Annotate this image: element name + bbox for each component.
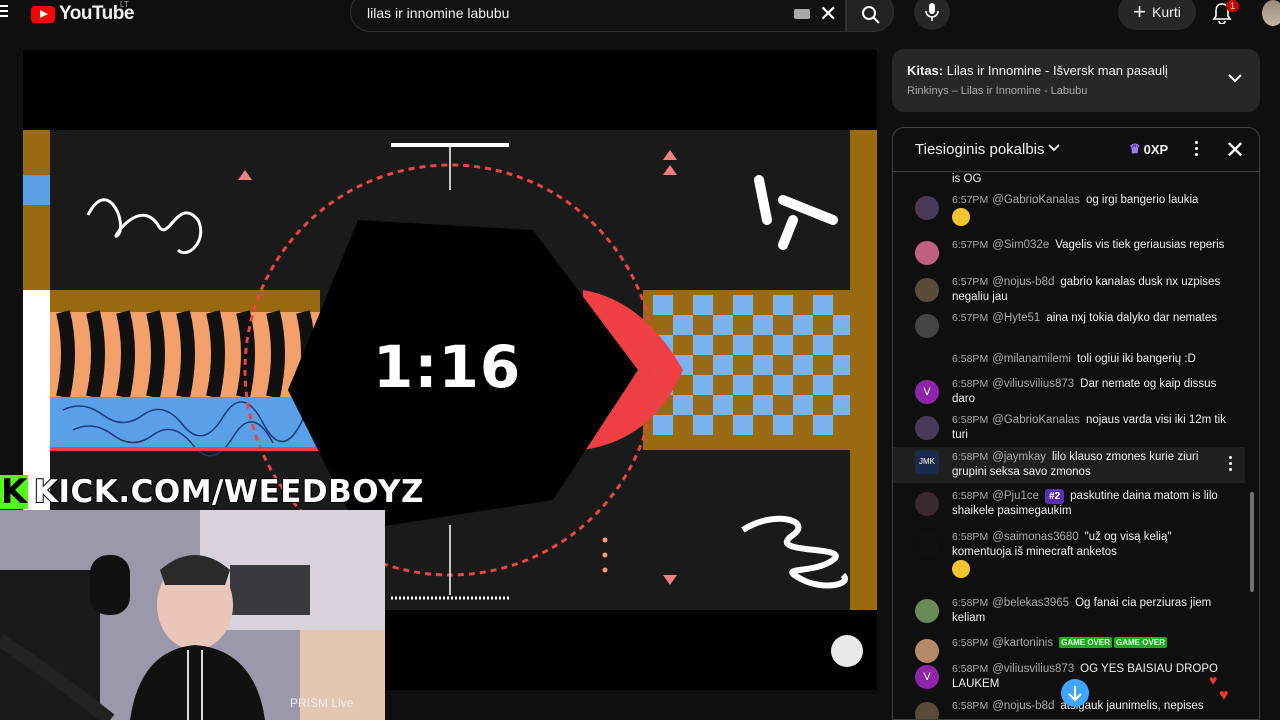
xp-badge[interactable]: ♛ 0XP (1129, 141, 1168, 157)
scrollbar-thumb[interactable] (1250, 492, 1254, 592)
message-options-icon[interactable] (1229, 456, 1233, 474)
gameover-emote: GAME OVER (1059, 637, 1112, 649)
avatar[interactable] (915, 599, 939, 623)
create-label: Kurti (1152, 4, 1181, 20)
chevron-down-icon[interactable] (1228, 73, 1242, 83)
voice-search-button[interactable] (914, 0, 950, 30)
chat-scrollbar[interactable] (1249, 172, 1255, 717)
next-video-title: Kitas: Lilas ir Innomine - Išversk man p… (907, 63, 1168, 78)
logo-region: LT (120, 0, 129, 9)
avatar[interactable] (915, 416, 939, 440)
laughing-emoji-icon (952, 560, 970, 578)
chat-title[interactable]: Tiesioginis pokalbis (915, 141, 1045, 158)
chat-messages: is OG 6:57PM @GabrioKanalas og irgi banger… (893, 172, 1245, 719)
youtube-logo[interactable]: YouTube (31, 3, 134, 25)
account-avatar[interactable] (1262, 0, 1280, 26)
next-video-card[interactable]: Kitas: Lilas ir Innomine - Išversk man p… (892, 49, 1260, 112)
menu-icon[interactable] (0, 5, 8, 19)
search-input[interactable]: lilas ir innomine labubu ✕ (350, 0, 846, 32)
create-button[interactable]: + Kurti (1118, 0, 1196, 30)
avatar[interactable] (915, 702, 939, 719)
search-icon (862, 6, 880, 24)
microphone-icon (925, 3, 939, 21)
kick-banner: K KICK.COM/WEEDBOYZ (0, 472, 424, 512)
next-prefix: Kitas: (907, 63, 944, 78)
chat-message-highlighted[interactable]: JMK 6:58PM @jaymkay lilo klauso zmones kur… (893, 447, 1245, 483)
scroll-to-bottom-button[interactable] (1061, 679, 1089, 707)
webcam-image (0, 510, 385, 720)
avatar[interactable] (915, 639, 939, 663)
kick-url: KICK.COM/WEEDBOYZ (33, 473, 424, 511)
search-value: lilas ir innomine labubu (367, 5, 510, 21)
avatar[interactable] (915, 314, 939, 338)
prism-live-label: PRISM Live (290, 696, 354, 710)
clear-search-icon[interactable]: ✕ (819, 1, 837, 27)
close-icon[interactable]: ✕ (1225, 136, 1245, 165)
autoplay-icon[interactable] (831, 635, 863, 667)
avatar[interactable]: V (915, 380, 939, 404)
next-video-subtitle: Rinkinys – Lilas ir Innomine - Labubu (907, 85, 1088, 97)
keyboard-icon[interactable] (794, 9, 810, 19)
webcam-overlay (0, 510, 385, 720)
avatar[interactable] (915, 196, 939, 220)
avatar[interactable] (915, 278, 939, 302)
plus-icon: + (1133, 0, 1147, 24)
chat-header: Tiesioginis pokalbis ♛ 0XP ✕ (893, 128, 1259, 172)
notifications-count: 1 (1226, 0, 1240, 12)
avatar[interactable] (915, 492, 939, 516)
kick-logo-icon: K (0, 472, 28, 512)
gameover-emote: GAME OVER (1114, 637, 1167, 649)
avatar[interactable] (915, 241, 939, 265)
live-chat-panel: Tiesioginis pokalbis ♛ 0XP ✕ is OG 6:57PM… (892, 127, 1260, 720)
chevron-down-icon[interactable] (1048, 144, 1060, 152)
next-title-text: Lilas ir Innomine - Išversk man pasaulį (946, 63, 1168, 78)
grin-emoji-icon (952, 208, 970, 226)
countdown-timer: 1:16 (373, 333, 522, 401)
xp-value: 0XP (1143, 141, 1169, 157)
more-options-icon[interactable] (1195, 141, 1199, 159)
heart-reaction-icon: ♥ (1209, 672, 1218, 688)
heart-reaction-icon: ♥ (1219, 687, 1229, 704)
avatar[interactable]: JMK (915, 450, 939, 474)
arrow-down-icon (1068, 686, 1082, 702)
rank-badge: #2 (1045, 489, 1065, 504)
avatar[interactable]: V (915, 665, 939, 689)
crown-icon: ♛ (1129, 141, 1141, 156)
masthead: YouTube LT lilas ir innomine labubu ✕ + K… (0, 0, 1280, 32)
youtube-play-icon (31, 5, 55, 23)
search-button[interactable] (846, 0, 894, 32)
avatar[interactable] (915, 533, 939, 557)
